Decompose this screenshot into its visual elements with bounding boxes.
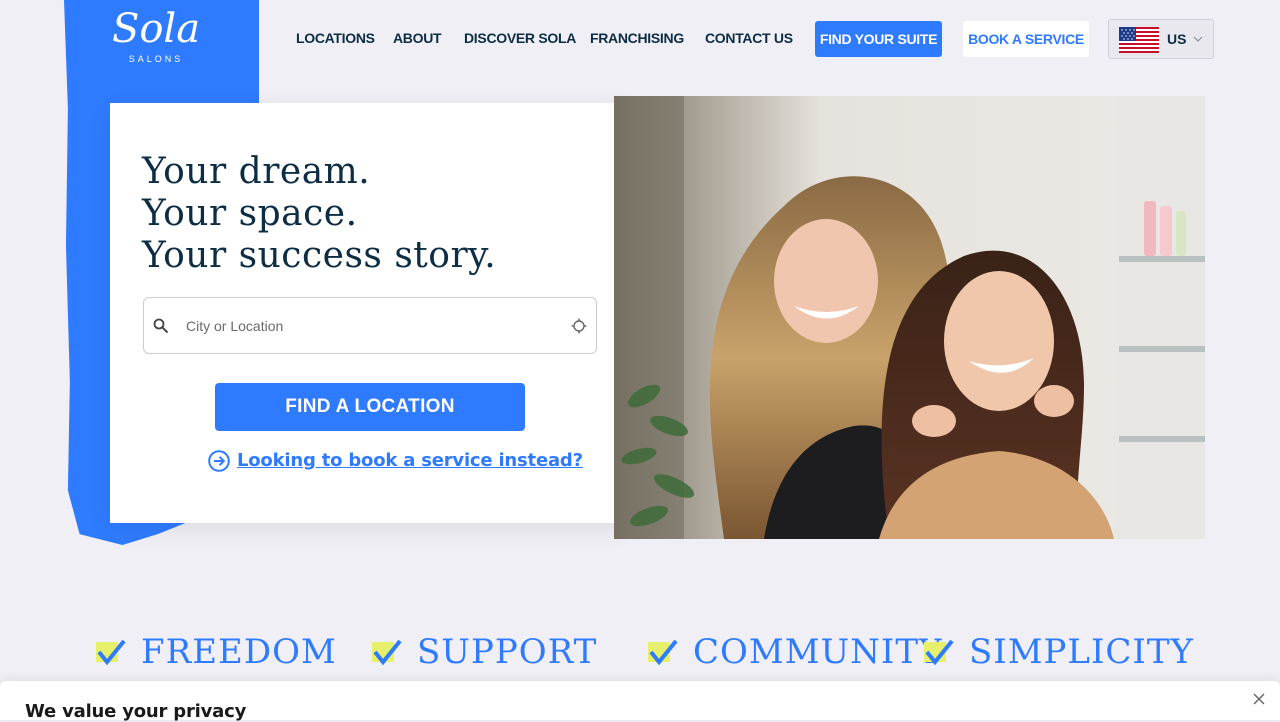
country-selector[interactable]: US	[1108, 19, 1214, 59]
value-label: COMMUNITY	[693, 632, 943, 672]
locate-me-icon[interactable]	[571, 318, 587, 334]
us-flag-icon	[1119, 27, 1159, 53]
nav-about[interactable]: ABOUT	[393, 30, 442, 46]
country-code: US	[1167, 31, 1187, 47]
value-label: SIMPLICITY	[969, 632, 1194, 672]
privacy-banner: We value your privacy	[0, 681, 1280, 722]
chevron-down-icon	[1193, 36, 1203, 42]
check-icon	[96, 640, 126, 666]
arrow-right-circle-icon	[208, 450, 230, 472]
check-icon	[924, 640, 954, 666]
check-icon	[648, 640, 678, 666]
hero-search-card: Your dream. Your space. Your success sto…	[110, 103, 630, 523]
logo-wordmark: Sola	[111, 6, 201, 52]
book-service-link[interactable]: Looking to book a service instead?	[237, 450, 583, 471]
headline-line: Your dream.	[142, 151, 371, 192]
value-label: FREEDOM	[141, 632, 337, 672]
sola-logo[interactable]: Sola SALONS	[100, 6, 212, 68]
nav-discover-sola[interactable]: DISCOVER SOLA	[464, 30, 576, 46]
location-search-box[interactable]	[143, 297, 597, 354]
hero-headline: Your dream. Your space. Your success sto…	[142, 151, 496, 277]
nav-locations[interactable]: LOCATIONS	[296, 30, 375, 46]
check-icon	[372, 640, 402, 666]
salon-photo-illustration	[614, 96, 1205, 539]
hero-photo	[614, 96, 1205, 539]
find-your-suite-button[interactable]: FIND YOUR SUITE	[815, 21, 942, 57]
nav-franchising[interactable]: FRANCHISING	[590, 30, 684, 46]
logo-subtitle: SALONS	[128, 54, 184, 64]
book-a-service-button[interactable]: BOOK A SERVICE	[963, 21, 1089, 57]
headline-line: Your success story.	[142, 235, 497, 276]
nav-contact-us[interactable]: CONTACT US	[705, 30, 793, 46]
value-label: SUPPORT	[417, 632, 598, 672]
location-search-input[interactable]	[184, 313, 558, 339]
privacy-title: We value your privacy	[25, 701, 247, 722]
headline-line: Your space.	[142, 193, 358, 234]
find-a-location-button[interactable]: FIND A LOCATION	[215, 383, 525, 431]
search-icon	[153, 318, 169, 334]
close-icon[interactable]	[1252, 692, 1266, 706]
